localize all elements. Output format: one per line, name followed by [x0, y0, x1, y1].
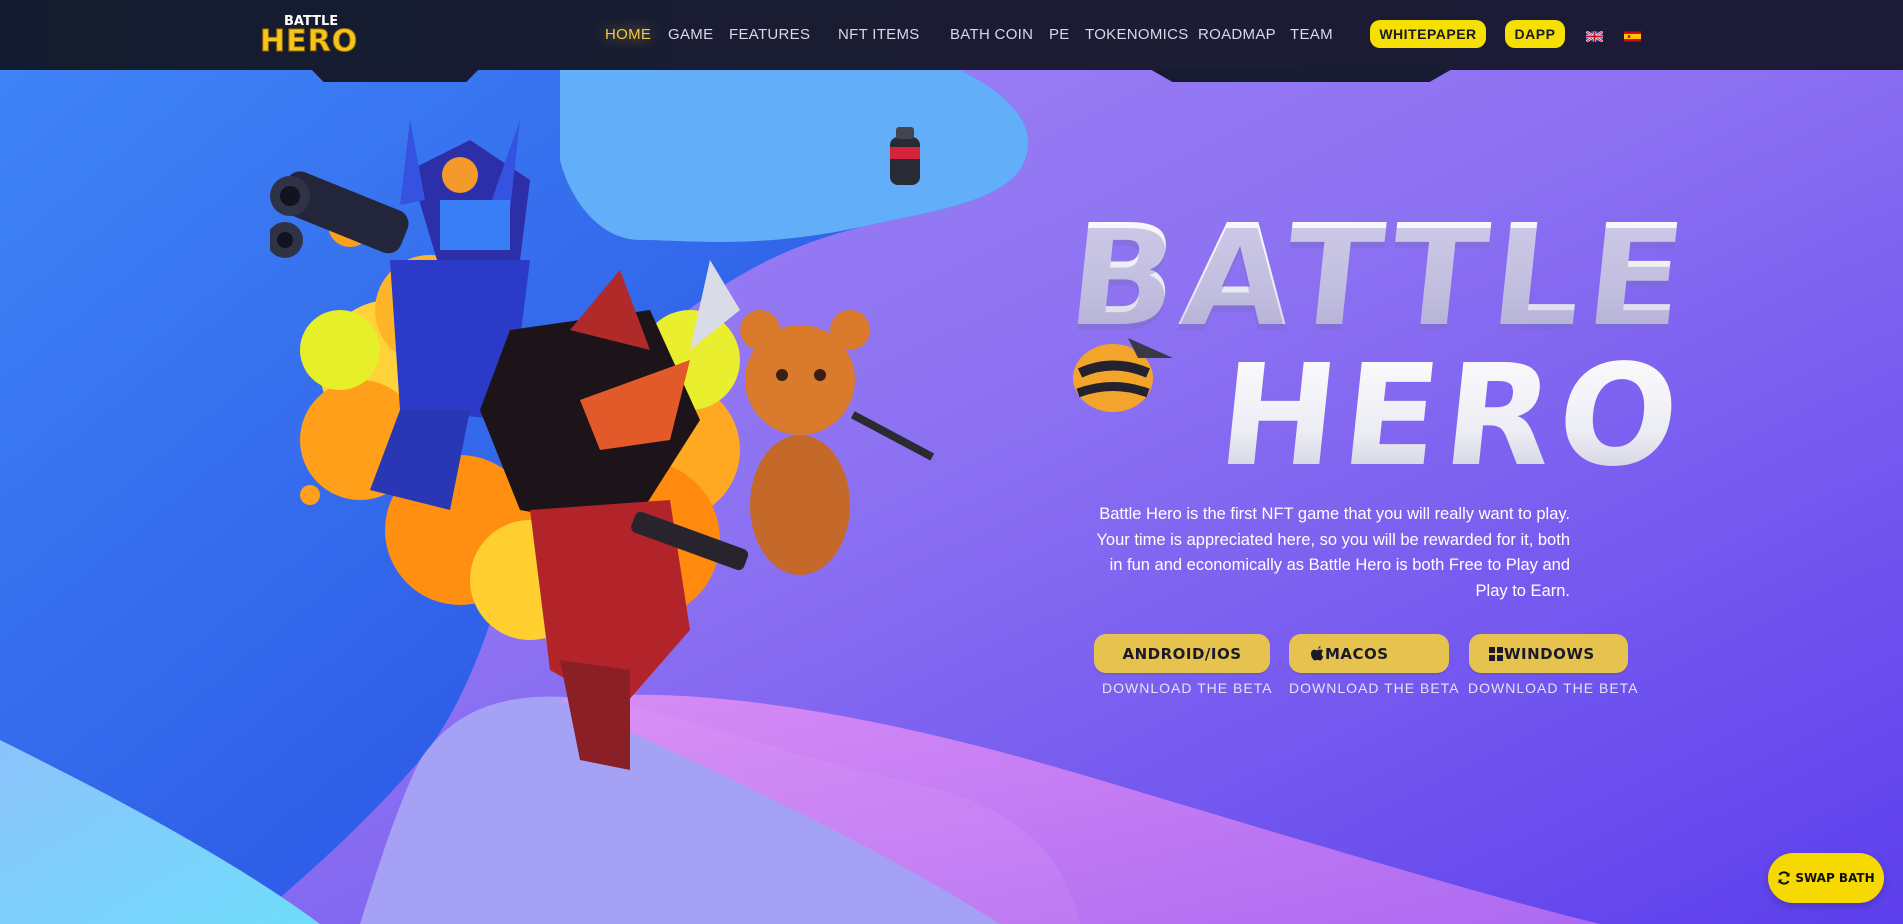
hero-title-line2: HERO: [1211, 335, 1693, 498]
nav-item-tokenomics[interactable]: TOKENOMICS: [1085, 26, 1189, 43]
dapp-button[interactable]: DAPP: [1505, 20, 1565, 48]
logo-text-bottom: HERO: [259, 24, 359, 60]
whitepaper-button[interactable]: WHITEPAPER: [1370, 20, 1486, 48]
download-android-ios-label: ANDROID/IOS: [1122, 644, 1242, 663]
nav-item-home[interactable]: HOME: [605, 26, 651, 43]
hero-description: Battle Hero is the first NFT game that y…: [1096, 505, 1570, 600]
download-android-ios-button[interactable]: ANDROID/IOS: [1094, 634, 1270, 673]
battle-hero-logo[interactable]: BATTLE HERO: [259, 10, 357, 60]
hero-section: BATTLE HERO Battle Hero is the first NFT…: [0, 0, 1903, 924]
download-macos-label: MACOS: [1325, 644, 1389, 663]
grenade-icon: [890, 127, 920, 185]
bee-grenade-icon: [1073, 338, 1173, 412]
download-windows-caption: DOWNLOAD THE BETA: [1468, 680, 1639, 696]
apple-icon: [1311, 646, 1324, 661]
bear-character: [740, 310, 935, 575]
nav-item-game[interactable]: GAME: [668, 26, 713, 43]
download-macos-caption: DOWNLOAD THE BETA: [1289, 680, 1460, 696]
uk-flag-icon[interactable]: [1586, 31, 1603, 42]
nav-item-roadmap[interactable]: ROADMAP: [1198, 26, 1276, 43]
nav-notch-left: [310, 68, 480, 82]
nav-notch-right: [1148, 68, 1454, 82]
download-macos-button[interactable]: MACOS: [1289, 634, 1449, 673]
download-android-ios-caption: DOWNLOAD THE BETA: [1102, 680, 1273, 696]
swap-bath-label: SWAP BATH: [1795, 871, 1875, 885]
hero-characters-illustration: [270, 120, 935, 770]
nav-item-nft-items[interactable]: NFT ITEMS: [838, 26, 920, 43]
spain-flag-icon[interactable]: [1624, 31, 1641, 42]
refresh-icon: [1778, 871, 1790, 885]
nav-item-bath-coin[interactable]: BATH COIN: [950, 26, 1033, 43]
windows-icon: [1489, 646, 1503, 661]
nav-item-features[interactable]: FEATURES: [729, 26, 810, 43]
top-navigation-bar: BATTLE HERO HOME GAME FEATURES NFT ITEMS…: [0, 0, 1903, 70]
download-windows-label: WINDOWS: [1504, 644, 1595, 663]
nav-item-pe[interactable]: PE: [1049, 26, 1070, 43]
nav-item-team[interactable]: TEAM: [1290, 26, 1333, 43]
download-windows-button[interactable]: WINDOWS: [1469, 634, 1628, 673]
swap-bath-button[interactable]: SWAP BATH: [1768, 853, 1884, 903]
